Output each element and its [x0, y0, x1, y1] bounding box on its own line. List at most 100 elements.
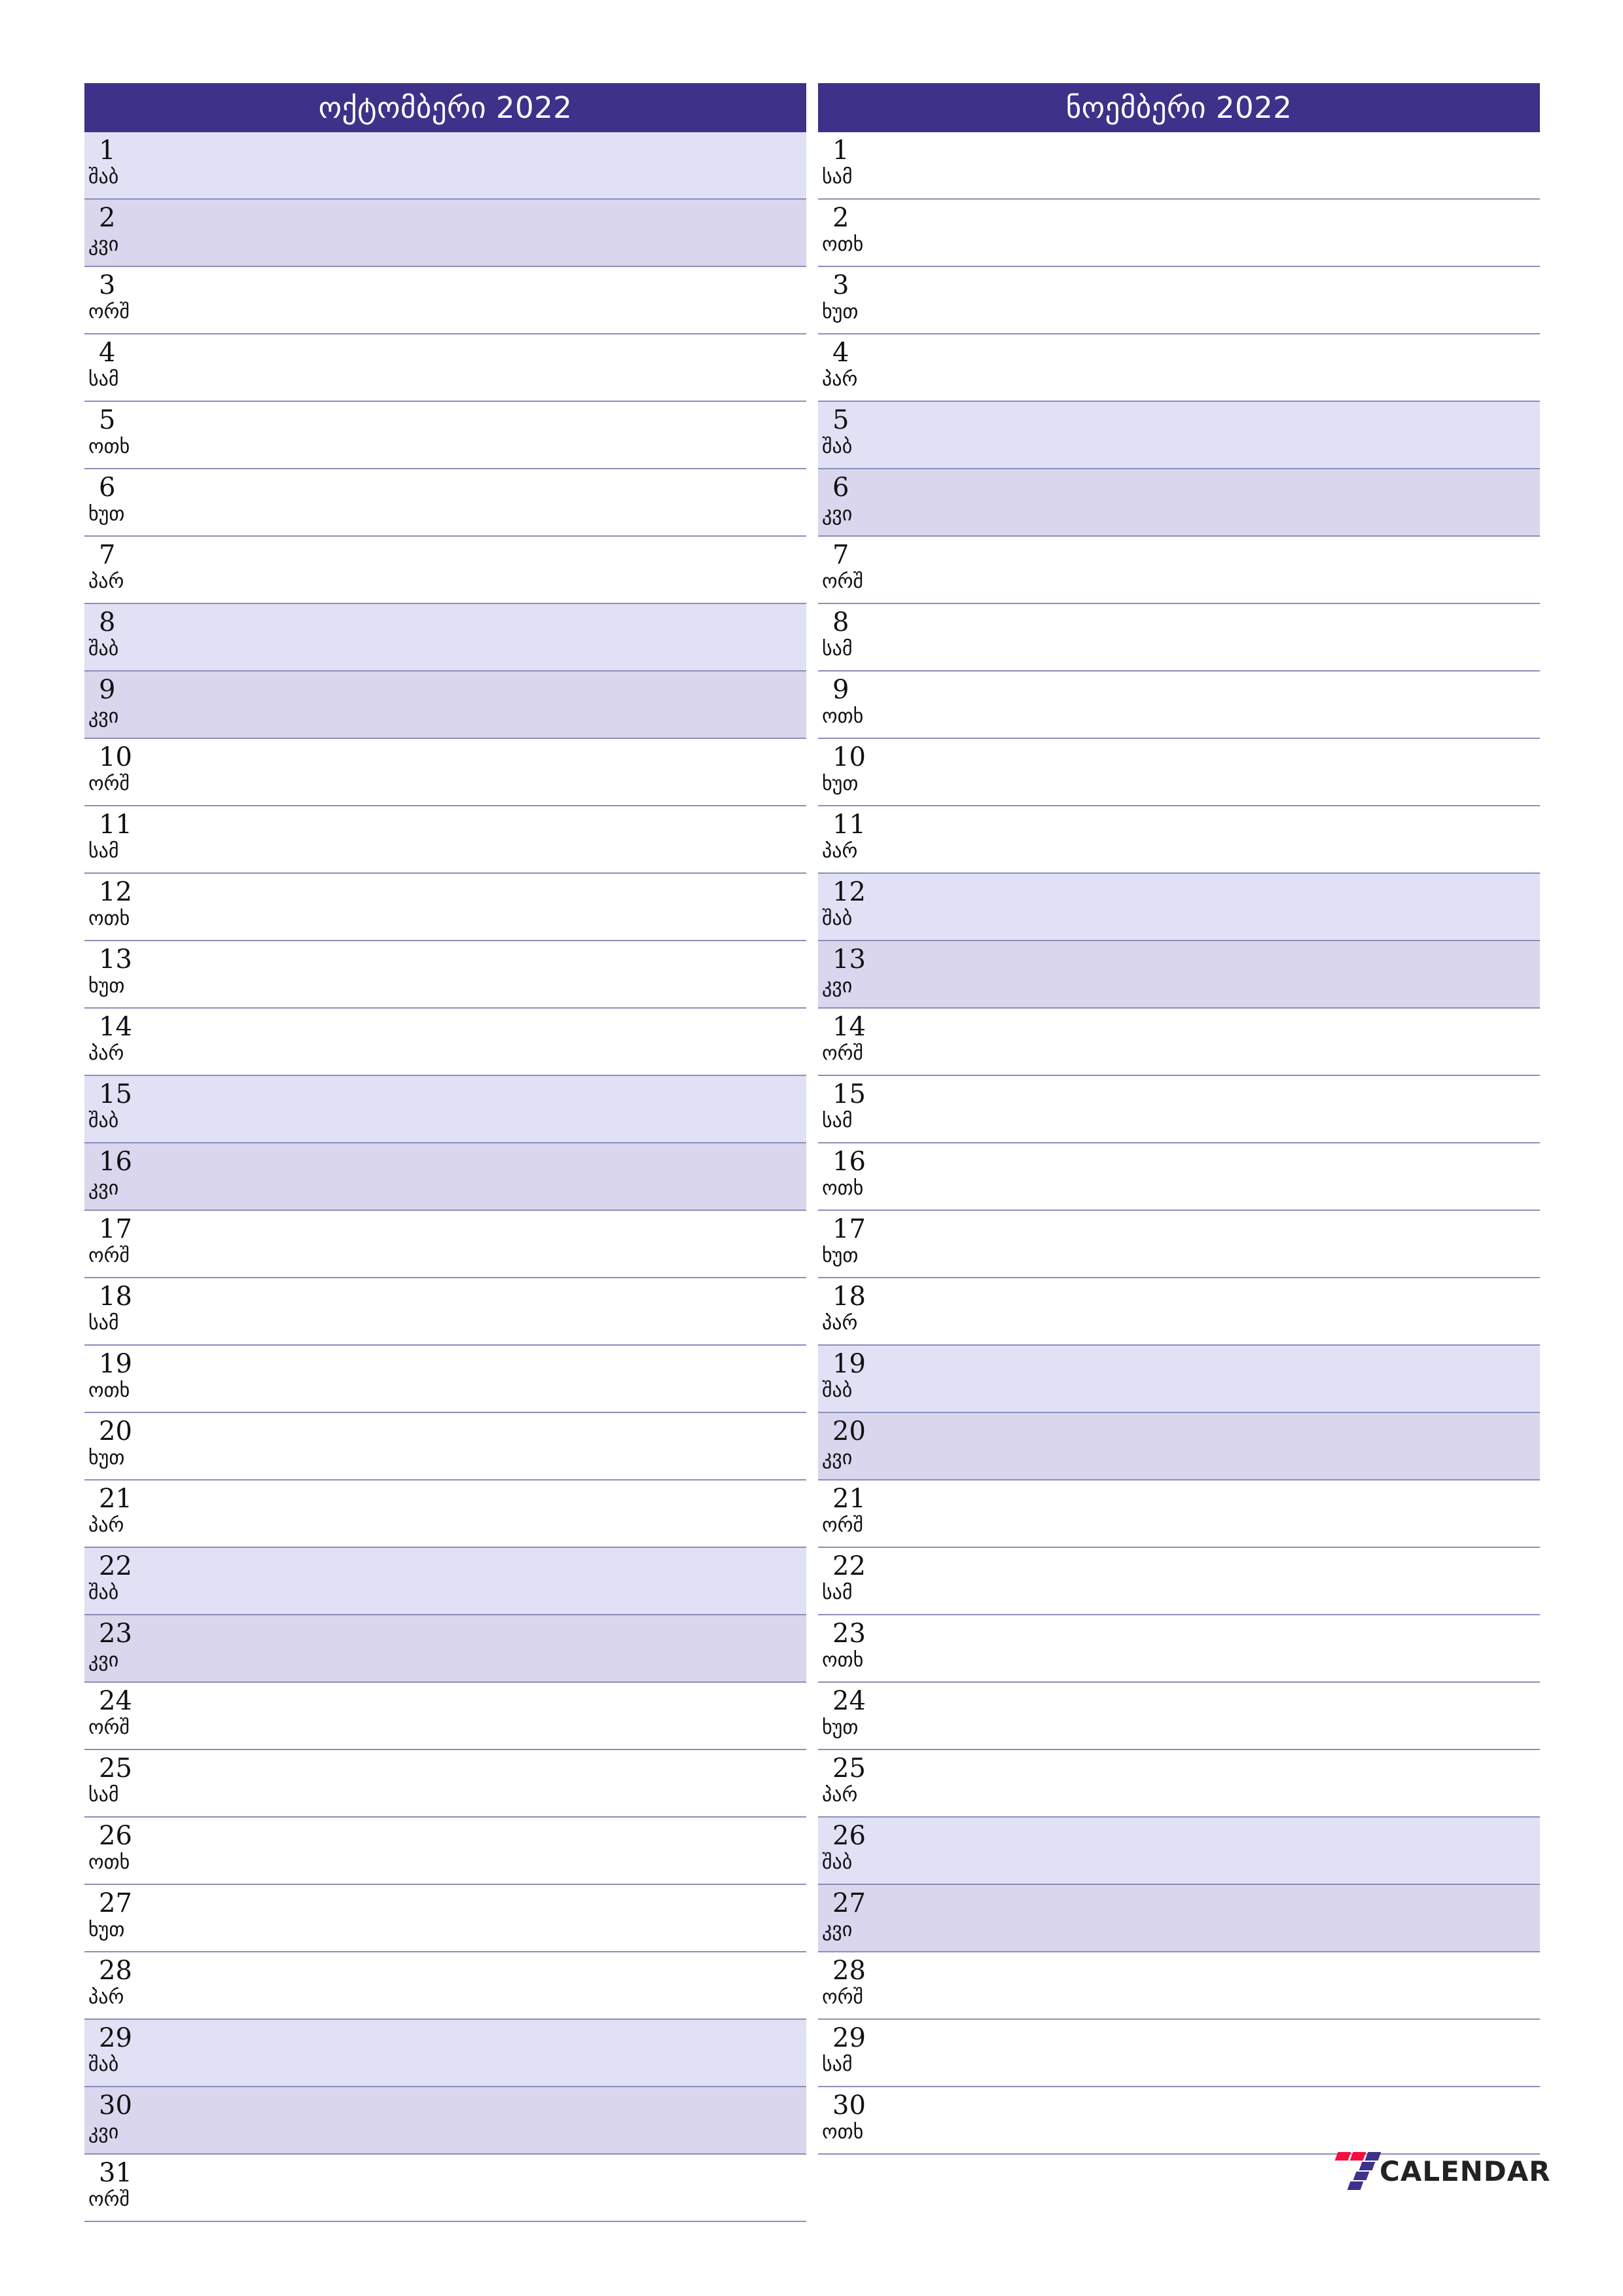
day-row[interactable]: 31 ორშ	[84, 2155, 806, 2222]
day-row[interactable]: 7 პარ	[84, 537, 806, 604]
day-number: 16	[832, 1147, 866, 1177]
day-row[interactable]: 28 პარ	[84, 1952, 806, 2020]
day-row[interactable]: 2 კვი	[84, 200, 806, 267]
day-row[interactable]: 8 სამ	[818, 604, 1540, 672]
day-number: 11	[99, 810, 132, 840]
day-weekday: შაბ	[88, 166, 119, 188]
day-row[interactable]: 7 ორშ	[818, 537, 1540, 604]
day-row[interactable]: 18 სამ	[84, 1278, 806, 1346]
day-number: 20	[99, 1416, 132, 1446]
day-row[interactable]: 18 პარ	[818, 1278, 1540, 1346]
day-row[interactable]: 1 სამ	[818, 132, 1540, 200]
day-row[interactable]: 17 ხუთ	[818, 1211, 1540, 1278]
day-row[interactable]: 9 ოთხ	[818, 672, 1540, 739]
day-number: 12	[832, 877, 866, 907]
day-row[interactable]: 20 ხუთ	[84, 1413, 806, 1480]
day-row[interactable]: 20 კვი	[818, 1413, 1540, 1480]
day-number: 23	[99, 1619, 132, 1649]
day-row[interactable]: 21 პარ	[84, 1480, 806, 1548]
day-number: 6	[99, 473, 116, 503]
day-weekday: სამ	[822, 1581, 853, 1604]
day-number: 29	[832, 2023, 866, 2053]
day-row[interactable]: 29 შაბ	[84, 2020, 806, 2087]
day-row[interactable]: 3 ხუთ	[818, 267, 1540, 334]
day-row[interactable]: 25 პარ	[818, 1750, 1540, 1818]
day-weekday: ხუთ	[822, 1244, 859, 1267]
day-list-october: 1 შაბ 2 კვი 3 ორშ 4 სამ 5 ოთხ 6 ხუთ 7 პარ 8 შაბ 9 კვი 10 ორ…	[84, 132, 806, 2222]
day-row[interactable]: 5 ოთხ	[84, 402, 806, 469]
day-row[interactable]: 17 ორშ	[84, 1211, 806, 1278]
day-number: 25	[832, 1753, 866, 1784]
day-row[interactable]: 19 ოთხ	[84, 1346, 806, 1413]
day-row[interactable]: 3 ორშ	[84, 267, 806, 334]
day-row[interactable]: 22 შაბ	[84, 1548, 806, 1615]
day-row[interactable]: 30 ოთხ	[818, 2087, 1540, 2155]
day-row[interactable]: 15 სამ	[818, 1076, 1540, 1143]
day-row[interactable]: 10 ხუთ	[818, 739, 1540, 806]
day-number: 8	[832, 607, 849, 637]
day-row[interactable]: 27 კვი	[818, 1885, 1540, 1952]
day-weekday: სამ	[822, 1109, 853, 1132]
day-weekday: ორშ	[88, 772, 130, 795]
day-weekday: ხუთ	[88, 1918, 125, 1941]
day-row[interactable]: 6 კვი	[818, 469, 1540, 537]
day-weekday: ოთხ	[822, 2121, 864, 2144]
day-weekday: ორშ	[88, 300, 130, 323]
day-number: 13	[99, 944, 132, 975]
day-row[interactable]: 19 შაბ	[818, 1346, 1540, 1413]
day-row[interactable]: 6 ხუთ	[84, 469, 806, 537]
day-row[interactable]: 27 ხუთ	[84, 1885, 806, 1952]
day-weekday: ხუთ	[822, 772, 859, 795]
day-row[interactable]: 16 ოთხ	[818, 1143, 1540, 1211]
day-weekday: სამ	[88, 1312, 119, 1335]
day-row[interactable]: 10 ორშ	[84, 739, 806, 806]
day-row[interactable]: 13 ხუთ	[84, 941, 806, 1009]
day-row[interactable]: 14 პარ	[84, 1009, 806, 1076]
day-row[interactable]: 4 პარ	[818, 334, 1540, 402]
day-weekday: პარ	[88, 1986, 124, 2009]
day-weekday: ორშ	[88, 2188, 130, 2211]
day-row[interactable]: 2 ოთხ	[818, 200, 1540, 267]
day-row[interactable]: 11 პარ	[818, 806, 1540, 874]
brand-name: CALENDAR	[1380, 2155, 1551, 2187]
day-row[interactable]: 23 ოთხ	[818, 1615, 1540, 1683]
day-row[interactable]: 15 შაბ	[84, 1076, 806, 1143]
month-columns: ოქტომბერი 2022 1 შაბ 2 კვი 3 ორშ 4 სამ 5 ოთხ 6 ხუთ 7…	[84, 83, 1540, 2222]
day-number: 3	[832, 270, 849, 300]
day-row[interactable]: 28 ორშ	[818, 1952, 1540, 2020]
day-row[interactable]: 13 კვი	[818, 941, 1540, 1009]
day-row[interactable]: 25 სამ	[84, 1750, 806, 1818]
day-row[interactable]: 14 ორშ	[818, 1009, 1540, 1076]
day-weekday: სამ	[88, 1784, 119, 1806]
day-row[interactable]: 22 სამ	[818, 1548, 1540, 1615]
day-number: 23	[832, 1619, 866, 1649]
day-number: 4	[832, 338, 849, 368]
day-weekday: შაბ	[88, 637, 119, 660]
day-row[interactable]: 4 სამ	[84, 334, 806, 402]
day-row[interactable]: 1 შაბ	[84, 132, 806, 200]
day-row[interactable]: 26 ოთხ	[84, 1818, 806, 1885]
month-title-november: ნოემბერი 2022	[818, 83, 1540, 132]
day-row[interactable]: 24 ხუთ	[818, 1683, 1540, 1750]
day-row[interactable]: 24 ორშ	[84, 1683, 806, 1750]
day-row[interactable]: 29 სამ	[818, 2020, 1540, 2087]
day-row[interactable]: 9 კვი	[84, 672, 806, 739]
day-number: 12	[99, 877, 132, 907]
day-row[interactable]: 12 შაბ	[818, 874, 1540, 941]
day-number: 14	[832, 1012, 866, 1042]
day-number: 18	[832, 1282, 866, 1312]
day-weekday: შაბ	[822, 1851, 853, 1874]
day-row[interactable]: 21 ორშ	[818, 1480, 1540, 1548]
day-number: 5	[832, 405, 849, 435]
day-list-november: 1 სამ 2 ოთხ 3 ხუთ 4 პარ 5 შაბ 6 კვი 7 ორშ 8 სამ 9 ოთხ 10 ხუ…	[818, 132, 1540, 2155]
day-weekday: სამ	[822, 166, 853, 188]
day-row[interactable]: 5 შაბ	[818, 402, 1540, 469]
day-weekday: კვი	[822, 1446, 853, 1469]
day-row[interactable]: 8 შაბ	[84, 604, 806, 672]
day-row[interactable]: 16 კვი	[84, 1143, 806, 1211]
day-row[interactable]: 23 კვი	[84, 1615, 806, 1683]
day-row[interactable]: 12 ოთხ	[84, 874, 806, 941]
day-row[interactable]: 11 სამ	[84, 806, 806, 874]
day-row[interactable]: 26 შაბ	[818, 1818, 1540, 1885]
day-row[interactable]: 30 კვი	[84, 2087, 806, 2155]
